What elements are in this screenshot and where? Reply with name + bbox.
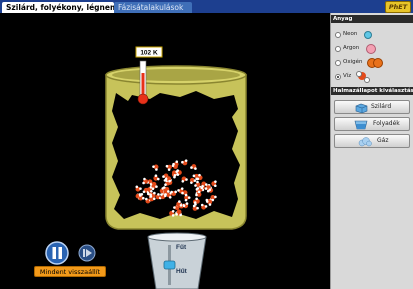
sim-canvas: 102 K Fűt Hűt <box>45 46 247 289</box>
heat-label: Fűt <box>176 244 187 251</box>
substance-label-neon: Neon <box>343 31 358 37</box>
solid-button[interactable]: Szilárd <box>334 100 410 114</box>
radio-neon[interactable] <box>335 32 341 38</box>
tab-phase-changes[interactable]: Fázisátalakulások <box>114 2 192 13</box>
substance-label-argon: Argon <box>343 45 360 51</box>
substance-option-argon[interactable]: Argon <box>335 41 411 55</box>
gas-cloud-icon <box>358 137 372 147</box>
ice-cube-icon <box>355 103 368 113</box>
step-button[interactable] <box>78 244 96 262</box>
pause-button[interactable] <box>45 241 69 265</box>
argon-atom-icon <box>366 44 376 54</box>
tab-solid-liquid-gas[interactable]: Szilárd, folyékony, légnemű <box>2 2 123 13</box>
substance-option-oxygen[interactable]: Oxigén <box>335 55 411 69</box>
radio-oxygen[interactable] <box>335 60 341 66</box>
control-panel: Anyag Neon Argon Oxigén Víz Halmazállapo… <box>330 13 413 289</box>
radio-water[interactable] <box>335 74 341 80</box>
stove-control[interactable] <box>147 232 207 289</box>
solid-button-label: Szilárd <box>371 103 392 110</box>
tab-bar: Szilárd, folyékony, légnemű Fázisátalaku… <box>0 0 413 13</box>
substance-title: Anyag <box>331 15 413 23</box>
phase-select-title: Halmazállapot kiválasztása <box>331 87 413 95</box>
liquid-button-label: Folyadék <box>373 120 400 127</box>
radio-argon[interactable] <box>335 46 341 52</box>
cool-label: Hűt <box>176 268 188 275</box>
substance-label-oxygen: Oxigén <box>343 59 363 65</box>
simulation-area: 102 K Fűt Hűt <box>0 13 330 289</box>
substance-label-water: Víz <box>343 73 352 79</box>
neon-atom-icon <box>364 31 372 39</box>
reset-all-button[interactable]: Mindent visszaállít <box>34 266 106 277</box>
liquid-button[interactable]: Folyadék <box>334 117 410 131</box>
gas-button-label: Gáz <box>377 137 389 144</box>
substance-option-water[interactable]: Víz <box>335 69 411 83</box>
app-window: Szilárd, folyékony, légnemű Fázisátalaku… <box>0 0 413 289</box>
gas-button[interactable]: Gáz <box>334 134 410 148</box>
liquid-cup-icon <box>354 120 368 130</box>
thermometer-readout: 102 K <box>140 50 158 57</box>
particle-container <box>105 65 247 230</box>
substance-option-neon[interactable]: Neon <box>335 27 411 41</box>
phet-logo: PhET <box>385 1 411 13</box>
stove-slider-thumb[interactable] <box>163 260 176 270</box>
